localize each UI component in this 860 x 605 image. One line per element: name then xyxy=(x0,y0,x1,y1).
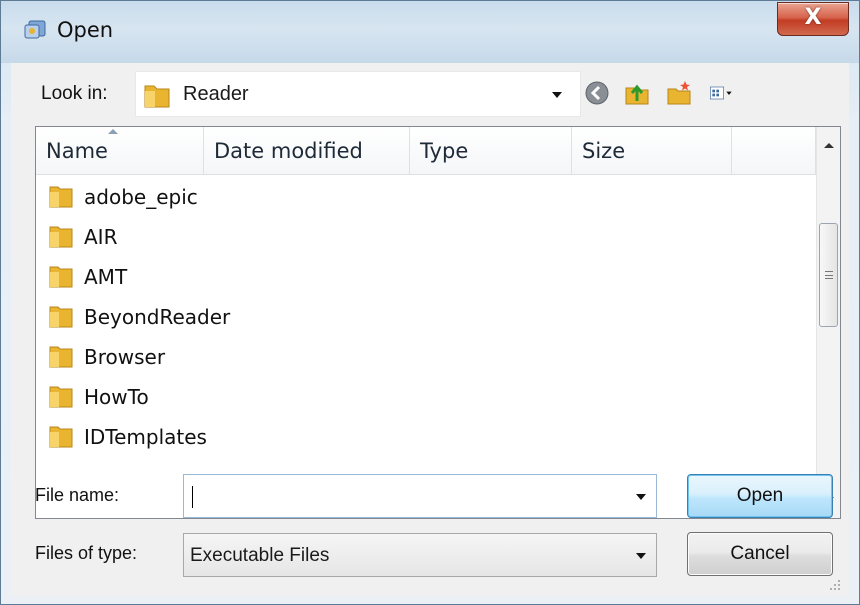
column-date-label: Date modified xyxy=(214,139,363,163)
folder-icon xyxy=(49,226,73,248)
filename-field[interactable] xyxy=(183,474,657,518)
cancel-button[interactable]: Cancel xyxy=(687,532,833,576)
column-header-type[interactable]: Type xyxy=(410,127,572,175)
filetype-dropdown[interactable]: Executable Files xyxy=(183,533,657,577)
title-bar[interactable]: Open X xyxy=(1,1,859,63)
column-header-spacer xyxy=(732,127,816,175)
file-name: AMT xyxy=(84,265,128,289)
filetype-label: Files of type: xyxy=(35,543,138,563)
text-cursor xyxy=(192,486,193,508)
column-header-date-modified[interactable]: Date modified xyxy=(204,127,410,175)
new-folder-icon[interactable] xyxy=(665,79,693,107)
dialog-body: Look in: Reader Name Date modified Type … xyxy=(11,63,849,596)
folder-icon xyxy=(49,186,73,208)
column-header-size[interactable]: Size xyxy=(572,127,732,175)
file-name: IDTemplates xyxy=(84,425,207,449)
open-dialog: Open X Look in: Reader Name Date modifie… xyxy=(0,0,860,605)
resize-grip-icon[interactable] xyxy=(827,577,841,591)
folder-icon xyxy=(49,386,73,408)
folder-icon xyxy=(144,85,170,108)
views-menu-icon[interactable] xyxy=(709,79,737,107)
filetype-value: Executable Files xyxy=(190,545,330,566)
window-title: Open xyxy=(57,18,114,42)
up-folder-icon[interactable] xyxy=(623,79,651,107)
file-name: BeyondReader xyxy=(84,305,231,329)
chevron-down-icon[interactable] xyxy=(552,92,562,98)
open-button[interactable]: Open xyxy=(687,474,833,518)
back-icon[interactable] xyxy=(583,79,611,107)
column-header-name[interactable]: Name xyxy=(36,127,204,175)
chevron-down-icon[interactable] xyxy=(636,494,646,500)
column-size-label: Size xyxy=(582,139,626,163)
grip-icon xyxy=(825,271,833,279)
file-rows: adobe_epic AIR AMT BeyondReader Browser xyxy=(36,175,816,518)
file-name: HowTo xyxy=(84,385,149,409)
filename-label: File name: xyxy=(35,485,120,505)
folder-icon xyxy=(49,346,73,368)
column-name-label: Name xyxy=(46,139,108,163)
open-dialog-icon xyxy=(24,20,46,39)
file-name: adobe_epic xyxy=(84,185,198,209)
file-name: AIR xyxy=(84,225,118,249)
vertical-scrollbar[interactable] xyxy=(816,127,840,518)
close-button[interactable]: X xyxy=(777,2,849,36)
lookin-label: Look in: xyxy=(41,83,108,104)
sort-ascending-icon xyxy=(108,129,118,134)
folder-icon xyxy=(49,306,73,328)
lookin-dropdown[interactable]: Reader xyxy=(135,71,581,117)
folder-icon xyxy=(49,266,73,288)
folder-icon xyxy=(49,426,73,448)
column-type-label: Type xyxy=(420,139,469,163)
close-icon: X xyxy=(804,5,822,30)
scrollbar-thumb[interactable] xyxy=(819,223,838,327)
lookin-value: Reader xyxy=(183,83,249,105)
file-name: Browser xyxy=(84,345,166,369)
chevron-down-icon[interactable] xyxy=(636,553,646,559)
scroll-up-icon[interactable] xyxy=(824,143,834,148)
file-list[interactable]: Name Date modified Type Size adobe_epic xyxy=(35,126,841,519)
